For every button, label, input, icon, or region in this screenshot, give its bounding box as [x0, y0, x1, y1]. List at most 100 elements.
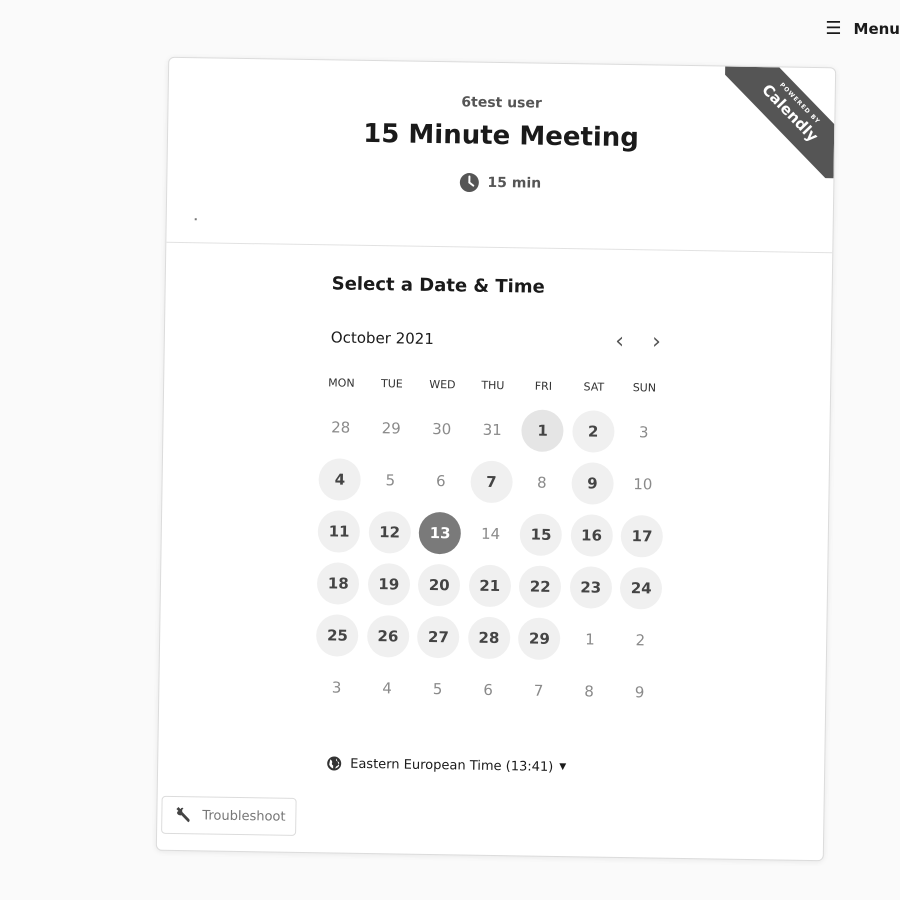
calendar-day-number: 10: [633, 475, 653, 494]
weekday-label: FRI: [534, 379, 553, 393]
calendar-day-number: 21: [468, 564, 512, 608]
calendar-day[interactable]: 23: [565, 566, 616, 609]
calendar-week-row: 4 5 6 7 8 9 10: [314, 453, 829, 513]
calendar-day-number: 18: [316, 562, 360, 605]
weekday-label: SAT: [583, 380, 605, 394]
calendar-day[interactable]: 22: [515, 565, 566, 609]
calendar-day-number: 9: [634, 683, 645, 702]
calendar-day-number: 11: [317, 510, 361, 553]
calendar-day: 10: [617, 463, 668, 506]
calendar-day-number: 23: [569, 566, 613, 609]
calendar-day[interactable]: 4: [314, 458, 365, 501]
menu-button[interactable]: ☰ Menu: [825, 18, 900, 39]
globe-icon: [327, 756, 342, 771]
calendar-day-number: 8: [584, 682, 595, 701]
calendar-day: 1: [564, 618, 615, 661]
section-title: Select a Date & Time: [331, 273, 545, 298]
calendar-day: 2: [615, 619, 666, 662]
calendar-day[interactable]: 28: [463, 616, 514, 660]
event-header: 6test user 15 Minute Meeting 15 min: [166, 57, 836, 254]
calendar-day[interactable]: 15: [515, 513, 566, 557]
calendar-day-number: 1: [585, 630, 595, 649]
caret-down-icon: ▼: [559, 762, 567, 773]
calendar-day: 14: [465, 513, 516, 556]
calendar-day[interactable]: 17: [616, 514, 667, 558]
timezone-selector[interactable]: Eastern European Time (13:41) ▼: [326, 755, 824, 779]
calendar-day: 6: [415, 460, 466, 503]
calendar-day-number: 16: [570, 514, 613, 557]
calendar-day-number: 7: [470, 460, 513, 504]
calendar-day[interactable]: 1: [517, 409, 568, 453]
weekday-label: SUN: [632, 381, 657, 395]
calendar-day: 28: [315, 406, 366, 449]
weekday-label: MON: [328, 376, 355, 390]
calendar-day[interactable]: 27: [413, 615, 464, 659]
calendar-day: 8: [516, 461, 567, 504]
month-label: October 2021: [330, 328, 435, 349]
troubleshoot-label: Troubleshoot: [202, 807, 286, 825]
clock-icon: [459, 173, 479, 193]
calendar-day-number: 5: [432, 680, 443, 699]
calendar-day[interactable]: 26: [362, 614, 413, 658]
calendar-day[interactable]: 9: [567, 462, 618, 505]
weekday-label: WED: [429, 377, 456, 392]
calendar-week-row: 18 19 20 21 22 23 24: [313, 557, 828, 617]
calendar-day[interactable]: 24: [616, 566, 667, 610]
calendar-day[interactable]: 25: [312, 614, 363, 657]
calendar-day-number: 8: [536, 473, 547, 492]
calendar-week-row: 11 12 13 14 15 16 17: [313, 505, 828, 565]
calendar-day: 9: [614, 671, 665, 714]
calendar-grid: 28 29 30 31 1 2 3 4 5 6 7 8 9 10 11 12 13 14 15 16 17 18 19 20 2…: [316, 401, 830, 721]
calendar-day-number: 29: [381, 419, 401, 438]
calendar-day-number: 28: [331, 418, 351, 437]
month-navigation: October 2021 ‹ ›: [330, 326, 661, 354]
chevron-right-icon[interactable]: ›: [652, 329, 661, 354]
booking-card: POWERED BY Calendly 6test user 15 Minute…: [155, 56, 837, 862]
calendar-day[interactable]: 11: [314, 510, 365, 553]
calendar-day-number: 1: [521, 409, 565, 453]
calendar-day-number: 14: [480, 524, 501, 544]
calendar-day[interactable]: 7: [466, 460, 517, 504]
wrench-icon: [175, 807, 190, 823]
calendar-day-number: 6: [435, 472, 446, 491]
menu-icon: ☰: [825, 18, 842, 39]
calendar-day-number: 29: [518, 617, 561, 661]
calendar-day-number: 7: [533, 681, 544, 700]
duration-label: 15 min: [487, 174, 542, 192]
timezone-label: Eastern European Time (13:41): [350, 756, 554, 775]
calendar-day-number: 4: [318, 458, 362, 501]
event-duration: 15 min: [459, 172, 541, 193]
calendar-day-number: 20: [417, 563, 461, 607]
calendar-day: 8: [564, 670, 615, 713]
calendar-day-number: 22: [518, 565, 562, 609]
calendar-day[interactable]: 16: [566, 514, 617, 557]
calendar-day: 6: [463, 669, 514, 712]
calendar-day-number: 27: [417, 615, 460, 659]
calendar-day-number: 28: [467, 616, 511, 660]
chevron-left-icon[interactable]: ‹: [615, 329, 624, 354]
calendar-day-number: 17: [620, 514, 664, 558]
calendar-day: 31: [467, 409, 518, 452]
calendar-day[interactable]: 12: [364, 511, 415, 554]
calendar-day-number: 2: [571, 410, 615, 453]
calendar-day-number: 5: [385, 471, 396, 490]
calendar-day-selected[interactable]: 13: [415, 511, 466, 555]
troubleshoot-button[interactable]: Troubleshoot: [161, 795, 297, 836]
calendar-day-number: 24: [619, 566, 663, 610]
calendar-day[interactable]: 20: [414, 563, 465, 607]
calendar-day[interactable]: 18: [313, 562, 364, 605]
weekday-header: MON TUE WED THU FRI SAT SUN: [316, 376, 830, 397]
date-picker-section: Select a Date & Time October 2021 ‹ › MO…: [158, 243, 832, 779]
calendar-day-number: 4: [382, 679, 393, 698]
calendar-day: 3: [618, 411, 669, 454]
calendar-day: 3: [311, 666, 362, 709]
calendar-day[interactable]: 19: [363, 563, 414, 606]
calendar-day: 5: [365, 459, 416, 502]
calendar-day-number: 31: [482, 420, 502, 440]
calendar-day[interactable]: 21: [464, 564, 515, 608]
calendar-day-number: 30: [432, 419, 452, 439]
calendar-day-number: 25: [316, 614, 359, 657]
calendar-day-number: 19: [367, 563, 411, 606]
calendar-day[interactable]: 2: [568, 410, 619, 453]
calendar-day[interactable]: 29: [514, 617, 565, 661]
